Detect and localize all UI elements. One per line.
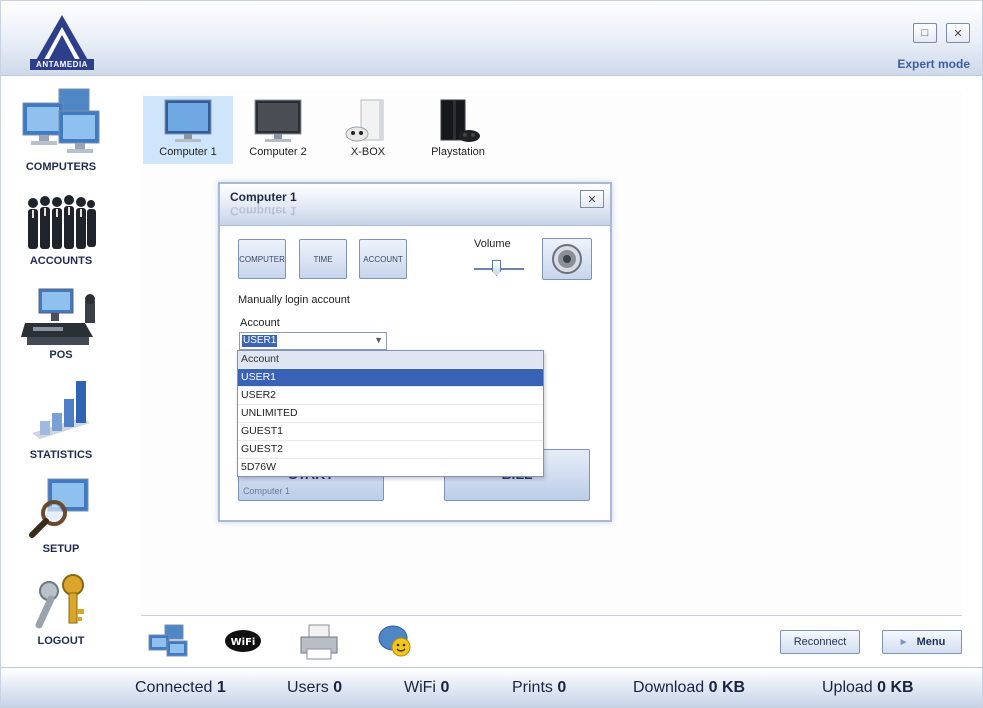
computers-icon xyxy=(22,88,100,153)
app-window: ANTAMEDIA □ ✕ Expert mode COMPUTERS ACCO… xyxy=(0,0,983,708)
status-prints: Prints 0 xyxy=(512,679,566,697)
device-computer-2[interactable]: Computer 2 xyxy=(233,96,323,164)
pos-icon xyxy=(21,288,95,345)
dropdown-option-unlimited[interactable]: UNLIMITED xyxy=(238,405,543,423)
dialog-close-button[interactable]: ✕ xyxy=(580,190,604,208)
close-icon: ✕ xyxy=(953,27,963,40)
status-wifi-label: WiFi xyxy=(404,679,436,696)
volume-label: Volume xyxy=(474,238,511,250)
device-xbox[interactable]: X-BOX xyxy=(323,96,413,164)
sidebar-label-pos: POS xyxy=(49,349,73,361)
status-users-value: 0 xyxy=(333,679,343,696)
status-upload-value: 0 KB xyxy=(877,679,914,696)
device-label: Computer 2 xyxy=(249,146,307,158)
accounts-icon xyxy=(28,195,96,249)
sidebar-item-logout[interactable]: LOGOUT xyxy=(1,571,121,647)
account-dropdown-list: Account USER1 USER2 UNLIMITED GUEST1 GUE… xyxy=(237,350,544,477)
device-label: Computer 1 xyxy=(159,146,217,158)
dropdown-option-user1[interactable]: USER1 xyxy=(238,369,543,387)
speaker-button[interactable] xyxy=(542,238,592,280)
header-bar: ANTAMEDIA □ ✕ Expert mode xyxy=(1,1,982,76)
statistics-icon xyxy=(32,381,90,439)
sidebar-item-computers[interactable]: COMPUTERS xyxy=(1,87,121,173)
status-wifi: WiFi 0 xyxy=(404,679,449,697)
logo-text: ANTAMEDIA xyxy=(36,60,88,69)
sidebar-label-computers: COMPUTERS xyxy=(25,161,97,173)
sidebar: COMPUTERS ACCOUNTS POS STATISTICS SETUP … xyxy=(1,77,121,667)
sidebar-label-setup: SETUP xyxy=(42,543,80,555)
logout-icon xyxy=(35,574,84,629)
account-select-value: USER1 xyxy=(242,335,278,347)
chat-icon[interactable] xyxy=(373,623,417,661)
status-download: Download 0 KB xyxy=(633,679,745,697)
dropdown-option-guest1[interactable]: GUEST1 xyxy=(238,423,543,441)
xbox-icon xyxy=(345,99,384,142)
status-prints-label: Prints xyxy=(512,679,553,696)
status-users: Users 0 xyxy=(287,679,342,697)
minimize-button[interactable]: □ xyxy=(913,23,937,43)
sidebar-item-accounts[interactable]: ACCOUNTS xyxy=(1,193,121,267)
chevron-down-icon[interactable]: ▼ xyxy=(374,335,383,345)
menu-arrow-icon: ► xyxy=(898,636,909,648)
tab-computer[interactable]: COMPUTER xyxy=(238,239,286,279)
playstation-icon xyxy=(440,99,480,142)
menu-button-label: Menu xyxy=(916,636,946,648)
svg-text:WiFi: WiFi xyxy=(231,637,256,648)
reconnect-button[interactable]: Reconnect xyxy=(780,630,860,654)
account-select[interactable]: USER1 ▼ xyxy=(239,332,387,350)
dialog-header: Computer 1 Computer 1 ✕ xyxy=(220,184,610,226)
dialog-title: Computer 1 xyxy=(230,190,297,204)
device-computer-1[interactable]: Computer 1 xyxy=(143,96,233,164)
close-icon: ✕ xyxy=(587,193,597,206)
tab-account[interactable]: ACCOUNT xyxy=(359,239,407,279)
dropdown-header: Account xyxy=(238,351,543,369)
status-upload: Upload 0 KB xyxy=(822,679,914,697)
status-users-label: Users xyxy=(287,679,329,696)
network-icon[interactable] xyxy=(145,623,189,661)
minimize-icon: □ xyxy=(921,27,929,39)
dialog-title-reflection: Computer 1 xyxy=(230,204,297,218)
dropdown-option-5d76w[interactable]: 5D76W xyxy=(238,459,543,477)
status-bar: Connected 1 Users 0 WiFi 0 Prints 0 Down… xyxy=(1,667,982,707)
dropdown-option-guest2[interactable]: GUEST2 xyxy=(238,441,543,459)
sidebar-label-statistics: STATISTICS xyxy=(29,449,93,461)
sidebar-label-accounts: ACCOUNTS xyxy=(29,255,93,267)
status-download-value: 0 KB xyxy=(708,679,746,696)
status-wifi-value: 0 xyxy=(440,679,450,696)
device-label: Playstation xyxy=(431,146,485,158)
sidebar-item-statistics[interactable]: STATISTICS xyxy=(1,377,121,461)
device-playstation[interactable]: Playstation xyxy=(413,96,503,164)
monitor-off-icon xyxy=(254,99,302,142)
close-button[interactable]: ✕ xyxy=(946,23,970,43)
menu-button[interactable]: ► Menu xyxy=(882,630,962,654)
sidebar-item-pos[interactable]: POS xyxy=(1,287,121,361)
status-connected-label: Connected xyxy=(135,679,213,696)
sidebar-item-setup[interactable]: SETUP xyxy=(1,475,121,555)
printer-icon[interactable] xyxy=(297,623,341,661)
tab-time[interactable]: TIME xyxy=(299,239,347,279)
monitor-icon xyxy=(164,99,212,142)
device-label: X-BOX xyxy=(350,146,386,158)
status-prints-value: 0 xyxy=(557,679,567,696)
start-button-subtext: Computer 1 xyxy=(243,486,291,496)
wifi-icon[interactable]: WiFi xyxy=(221,623,265,661)
manual-login-label: Manually login account xyxy=(238,294,350,306)
status-download-label: Download xyxy=(633,679,705,696)
dropdown-option-user2[interactable]: USER2 xyxy=(238,387,543,405)
expert-mode-link[interactable]: Expert mode xyxy=(897,57,970,71)
sidebar-label-logout: LOGOUT xyxy=(37,635,85,647)
status-connected-value: 1 xyxy=(216,679,226,696)
toolbar-divider xyxy=(141,615,962,616)
status-connected: Connected 1 xyxy=(135,679,226,697)
speaker-icon xyxy=(552,244,582,274)
account-label: Account xyxy=(240,317,280,329)
volume-slider-thumb[interactable] xyxy=(492,260,501,276)
status-upload-label: Upload xyxy=(822,679,873,696)
setup-icon xyxy=(29,478,89,538)
